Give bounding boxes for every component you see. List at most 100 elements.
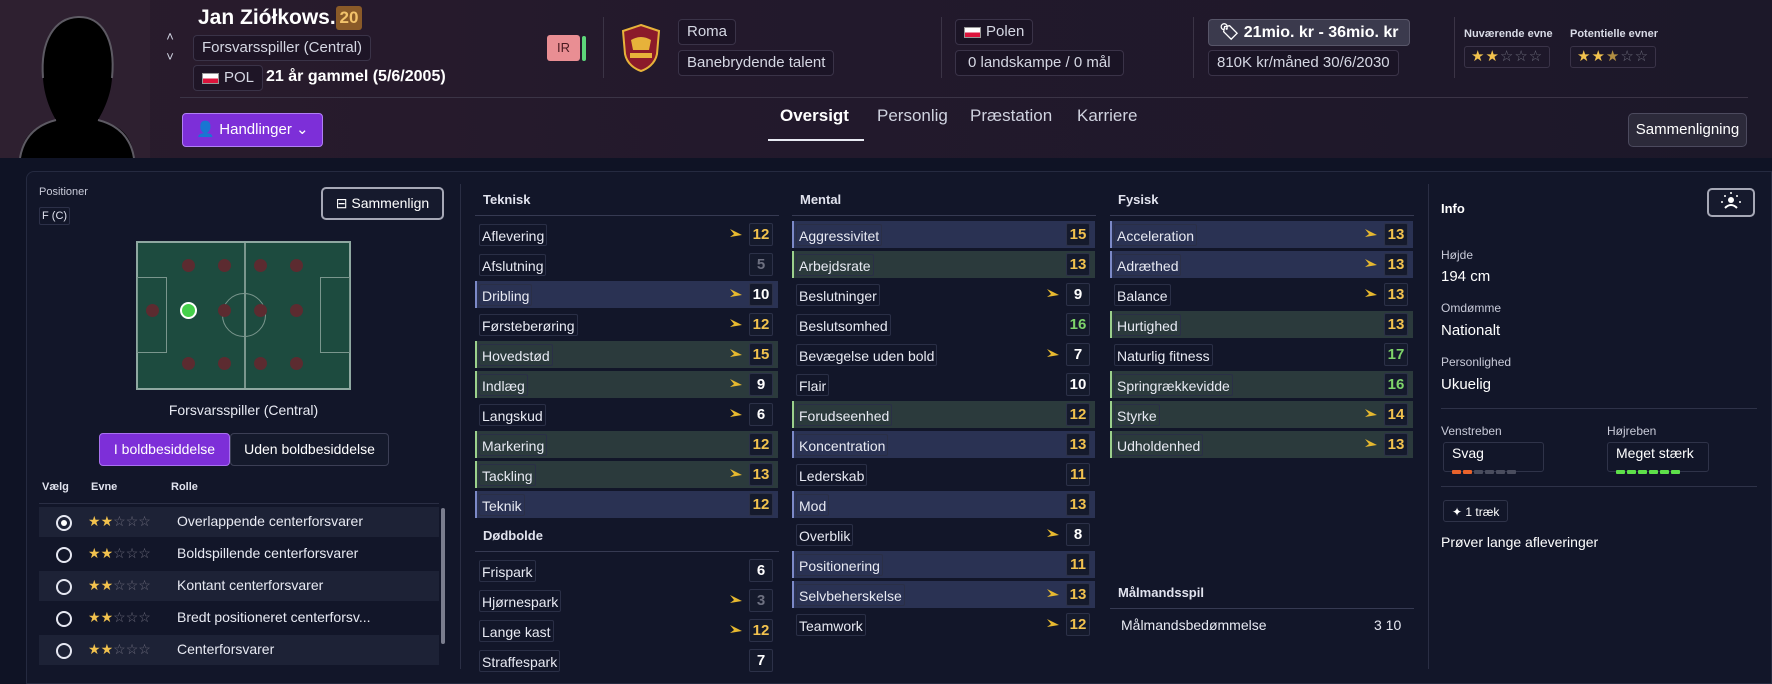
role-radio[interactable] (56, 611, 72, 627)
attribute-row[interactable]: Frispark 6 (475, 557, 778, 584)
attribute-row[interactable]: Førsteberøring 12 (475, 311, 778, 338)
attribute-row[interactable]: Styrke 14 (1110, 401, 1413, 428)
training-arrow-icon (730, 595, 742, 603)
compare-positions-button[interactable]: ⊟ Sammenlign (321, 187, 444, 220)
attribute-row[interactable]: Aflevering 12 (475, 221, 778, 248)
attribute-row[interactable]: Hurtighed 13 (1110, 311, 1413, 338)
position-dot[interactable] (182, 259, 195, 272)
roles-scrollbar[interactable] (441, 508, 445, 644)
training-arrow-icon (730, 379, 742, 387)
out-of-possession-toggle[interactable]: Uden boldbesiddelse (230, 433, 389, 466)
club-name-chip[interactable]: Roma (678, 19, 737, 45)
role-row[interactable]: ★★☆☆☆ Boldspillende centerforsvarer (39, 539, 439, 569)
goalkeeping-header-line (1110, 608, 1414, 609)
attribute-value: 13 (1384, 433, 1408, 456)
attribute-row[interactable]: Arbejdsrate 13 (792, 251, 1095, 278)
attribute-row[interactable]: Hjørnespark 3 (475, 587, 778, 614)
nation-chip[interactable]: Polen (955, 19, 1034, 45)
attribute-row[interactable]: Afslutning 5 (475, 251, 778, 278)
attribute-row[interactable]: Springrækkevidde 16 (1110, 371, 1413, 398)
role-radio[interactable] (56, 579, 72, 595)
right-foot-bars (1616, 461, 1700, 477)
next-player-arrow-icon[interactable]: ˅ (163, 50, 177, 64)
column-divider (1428, 184, 1429, 669)
position-dot[interactable] (290, 357, 303, 370)
attribute-name: Adræthed (1114, 254, 1182, 276)
attribute-row[interactable]: Bevægelse uden bold 7 (792, 341, 1095, 368)
attribute-row[interactable]: Teknik 12 (475, 491, 778, 518)
attribute-row[interactable]: Lange kast 12 (475, 617, 778, 644)
attribute-row[interactable]: Dribling 10 (475, 281, 778, 308)
attribute-row[interactable]: Hovedstød 15 (475, 341, 778, 368)
attribute-name: Springrækkevidde (1114, 374, 1233, 396)
club-crest-icon[interactable] (621, 24, 661, 72)
actions-label: Handlinger (219, 121, 292, 138)
tab-career[interactable]: Karriere (1077, 106, 1137, 126)
position-dot[interactable] (290, 259, 303, 272)
position-dot[interactable] (182, 357, 195, 370)
role-row[interactable]: ★★☆☆☆ Kontant centerforsvarer (39, 571, 439, 601)
position-dot[interactable] (254, 304, 267, 317)
attribute-row[interactable]: Naturlig fitness 17 (1110, 341, 1413, 368)
attribute-row[interactable]: Adræthed 13 (1110, 251, 1413, 278)
actions-button[interactable]: 👤 Handlinger ⌄ (182, 113, 323, 147)
attribute-row[interactable]: Forudseenhed 12 (792, 401, 1095, 428)
role-row[interactable]: ★★☆☆☆ Centerforsvarer (39, 635, 439, 665)
position-pitch[interactable] (136, 241, 351, 390)
attribute-row[interactable]: Straffespark 7 (475, 647, 778, 674)
tab-personal[interactable]: Personlig (877, 106, 948, 126)
nationality-code: POL (224, 69, 255, 86)
attribute-name: Straffespark (479, 650, 561, 672)
attribute-row[interactable]: Tackling 13 (475, 461, 778, 488)
position-dot[interactable] (254, 259, 267, 272)
position-dot[interactable] (146, 304, 159, 317)
prev-player-arrow-icon[interactable]: ˄ (163, 30, 177, 44)
tab-performance[interactable]: Præstation (970, 106, 1052, 126)
roles-header-divider (39, 503, 439, 504)
attribute-row[interactable]: Beslutninger 9 (792, 281, 1095, 308)
role-row[interactable]: ★★☆☆☆ Overlappende centerforsvarer (39, 507, 439, 537)
attribute-row[interactable]: Teamwork 12 (792, 611, 1095, 638)
tab-overview[interactable]: Oversigt (780, 106, 849, 126)
role-radio[interactable] (56, 547, 72, 563)
traits-badge[interactable]: ✦ 1 træk (1443, 500, 1509, 522)
attribute-row[interactable]: Koncentration 13 (792, 431, 1095, 458)
height-value: 194 cm (1441, 268, 1491, 285)
attribute-row[interactable]: Markering 12 (475, 431, 778, 458)
role-radio[interactable] (56, 643, 72, 659)
col-select-header: Vælg (42, 481, 69, 493)
position-dot[interactable] (218, 357, 231, 370)
person-settings-button[interactable] (1707, 188, 1755, 217)
attribute-row[interactable]: Beslutsomhed 16 (792, 311, 1095, 338)
role-row[interactable]: ★★☆☆☆ Bredt positioneret centerforsv... (39, 603, 439, 633)
attribute-row[interactable]: Positionering 11 (792, 551, 1095, 578)
injury-badge[interactable]: IR (547, 35, 580, 61)
attribute-row[interactable]: Aggressivitet 15 (792, 221, 1095, 248)
personality-label: Personlighed (1441, 355, 1512, 369)
attribute-row[interactable]: Langskud 6 (475, 401, 778, 428)
comparison-button[interactable]: Sammenligning (1628, 113, 1747, 147)
attribute-row[interactable]: Mod 13 (792, 491, 1095, 518)
attribute-value: 6 (749, 403, 773, 426)
attribute-row[interactable]: Udholdenhed 13 (1110, 431, 1413, 458)
attribute-row[interactable]: Acceleration 13 (1110, 221, 1413, 248)
attribute-row[interactable]: Selvbeherskelse 13 (792, 581, 1095, 608)
attribute-row[interactable]: Lederskab 11 (792, 461, 1095, 488)
attribute-name: Førsteberøring (479, 314, 578, 336)
training-arrow-icon (730, 409, 742, 417)
position-dot-selected[interactable] (180, 302, 197, 319)
position-dot[interactable] (254, 357, 267, 370)
mental-header: Mental (800, 192, 842, 207)
attribute-row[interactable]: Overblik 8 (792, 521, 1095, 548)
attribute-row[interactable]: Indlæg 9 (475, 371, 778, 398)
position-dot[interactable] (290, 304, 303, 317)
role-radio[interactable] (56, 515, 72, 531)
attribute-row[interactable]: Balance 13 (1110, 281, 1413, 308)
position-dot[interactable] (218, 259, 231, 272)
attribute-name: Flair (796, 374, 830, 396)
trait-item: Prøver lange afleveringer (1441, 534, 1599, 550)
in-possession-toggle[interactable]: I boldbesiddelse (99, 433, 230, 466)
training-arrow-icon (730, 469, 742, 477)
attribute-row[interactable]: Flair 10 (792, 371, 1095, 398)
position-dot[interactable] (218, 304, 231, 317)
